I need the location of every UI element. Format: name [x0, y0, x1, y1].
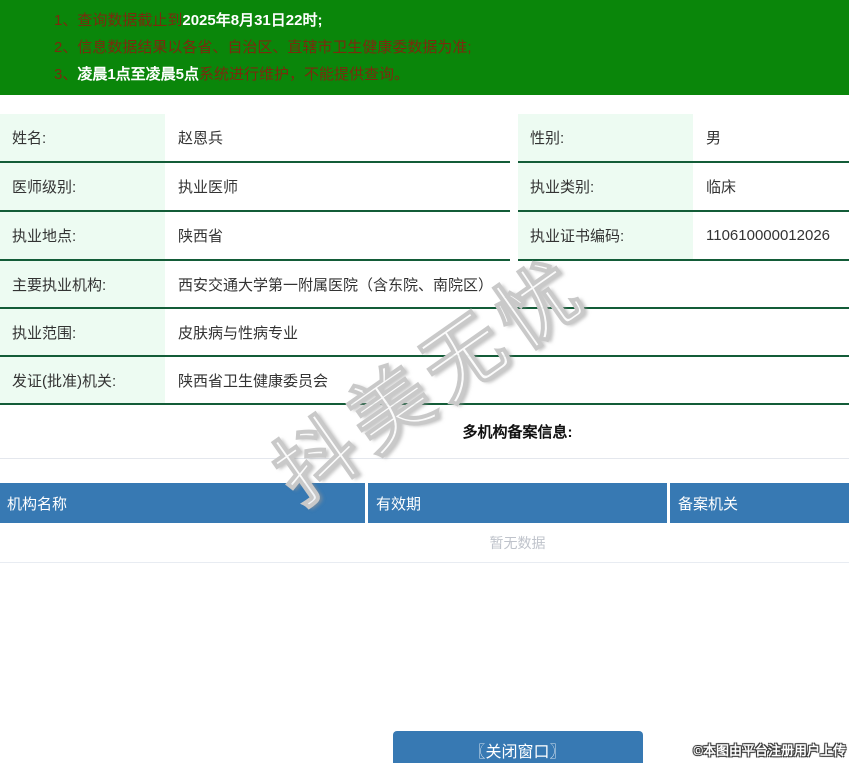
notice-banner: 1、查询数据截止到2025年8月31日22时; 2、信息数据结果以各省、自治区、… — [0, 0, 849, 95]
notice-highlight: 凌晨1点至凌晨5点 — [77, 66, 200, 83]
field-value: 执业医师 — [178, 179, 239, 196]
info-cell-group: 执业证书编码: 110610000012026 — [518, 212, 849, 261]
notice-line: 2、信息数据结果以各省、自治区、直辖市卫生健康委数据为准; — [54, 34, 849, 61]
field-label: 发证(批准)机关: — [0, 357, 165, 403]
column-gap — [510, 114, 518, 163]
info-row-location-certificate: 执业地点: 陕西省 执业证书编码: 110610000012026 — [0, 212, 849, 261]
notice-highlight: 2025年8月31日22时; — [182, 12, 323, 29]
empty-data-text: 暂无数据 — [0, 523, 849, 563]
field-value: 陕西省卫生健康委员会 — [178, 372, 329, 390]
field-value: 西安交通大学第一附属医院（含东院、南院区） — [178, 276, 494, 294]
info-row-practice-scope: 执业范围: 皮肤病与性病专业 — [0, 309, 849, 357]
practitioner-info-table: 姓名: 赵恩兵 性别: 男 医师级别: 执业医师 执业类别: 临床 执业地点: … — [0, 114, 849, 405]
field-value: 皮肤病与性病专业 — [178, 324, 299, 342]
field-label: 执业证书编码: — [518, 212, 693, 259]
notice-number: 1、 — [54, 12, 78, 29]
notice-number: 2、 — [54, 39, 78, 56]
close-window-button[interactable]: 〖关闭窗口〗 — [392, 731, 643, 763]
copyright-watermark: ©本图由平台注册用户上传 — [693, 743, 846, 758]
notice-text: 查询数据截止到 — [77, 12, 183, 29]
field-value: 陕西省 — [178, 228, 224, 245]
info-row-level-category: 医师级别: 执业医师 执业类别: 临床 — [0, 163, 849, 212]
notice-text: 信息数据结果以各省、自治区、直辖市卫生健康委数据为准; — [77, 39, 472, 56]
filing-table: 机构名称 有效期 备案机关 暂无数据 — [0, 483, 849, 563]
filing-column-header-validity: 有效期 — [368, 483, 670, 523]
field-label: 执业类别: — [518, 163, 693, 210]
field-value: 赵恩兵 — [178, 130, 224, 147]
filing-column-header-authority: 备案机关 — [678, 495, 739, 513]
field-label: 主要执业机构: — [0, 261, 165, 307]
field-label: 执业范围: — [0, 309, 165, 355]
info-row-name-gender: 姓名: 赵恩兵 性别: 男 — [0, 114, 849, 163]
info-cell-group: 性别: 男 — [518, 114, 849, 163]
physician-query-result-window: 1、查询数据截止到2025年8月31日22时; 2、信息数据结果以各省、自治区、… — [0, 0, 849, 763]
field-label: 性别: — [518, 114, 693, 161]
column-gap — [510, 163, 518, 212]
notice-line: 3、凌晨1点至凌晨5点系统进行维护，不能提供查询。 — [54, 61, 849, 88]
field-value: 110610000012026 — [706, 227, 831, 244]
page-content: 1、查询数据截止到2025年8月31日22时; 2、信息数据结果以各省、自治区、… — [0, 0, 849, 763]
field-label: 执业地点: — [0, 212, 165, 259]
field-label: 医师级别: — [0, 163, 165, 210]
info-cell-group: 姓名: 赵恩兵 — [0, 114, 510, 163]
info-cell-group: 执业地点: 陕西省 — [0, 212, 510, 261]
filing-table-header: 机构名称 有效期 备案机关 — [0, 483, 849, 523]
field-value: 男 — [706, 130, 722, 147]
field-label: 姓名: — [0, 114, 165, 161]
notice-text: 系统进行维护，不能提供查询。 — [199, 66, 410, 83]
info-cell-group: 医师级别: 执业医师 — [0, 163, 510, 212]
info-row-main-institution: 主要执业机构: 西安交通大学第一附属医院（含东院、南院区） — [0, 261, 849, 309]
notice-number: 3、 — [54, 66, 78, 83]
filing-column-header-institution: 机构名称 — [0, 483, 368, 523]
info-row-issuing-authority: 发证(批准)机关: 陕西省卫生健康委员会 — [0, 357, 849, 405]
info-cell-group: 执业类别: 临床 — [518, 163, 849, 212]
notice-line: 1、查询数据截止到2025年8月31日22时; — [54, 7, 849, 34]
field-value: 临床 — [706, 179, 737, 196]
multi-org-filing-heading: 多机构备案信息: — [0, 405, 849, 459]
column-gap — [510, 212, 518, 261]
